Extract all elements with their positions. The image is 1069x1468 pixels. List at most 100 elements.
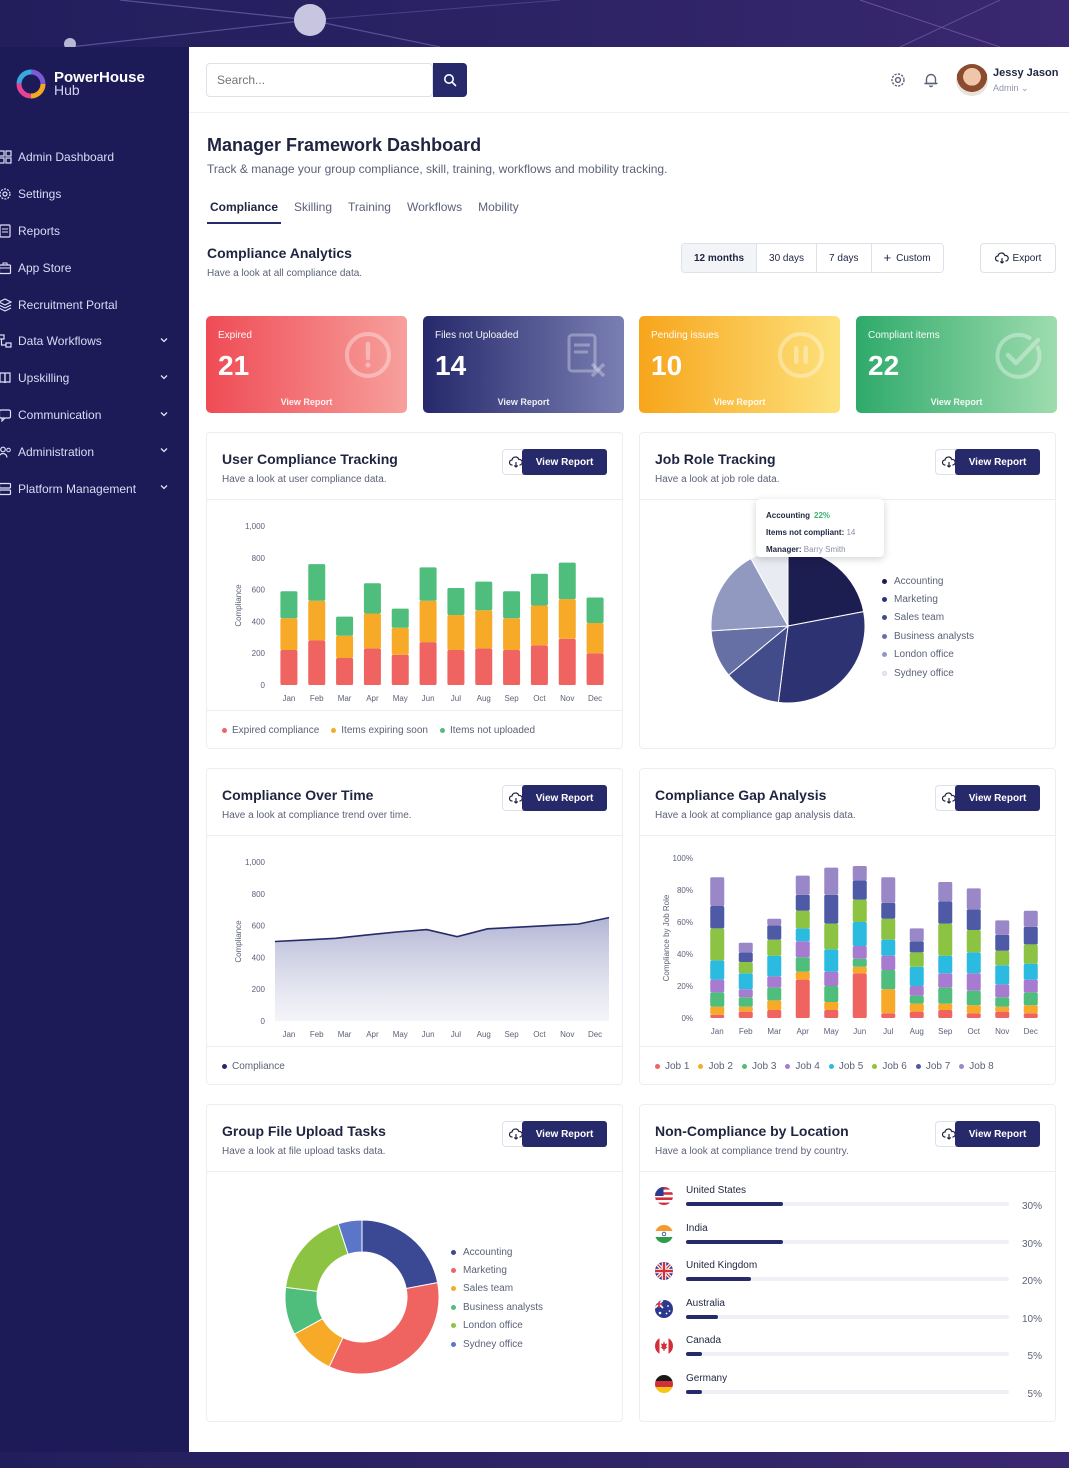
bar-segment[interactable] xyxy=(909,1011,924,1018)
bar-segment[interactable] xyxy=(738,942,753,953)
bar-segment[interactable] xyxy=(995,950,1010,966)
bar-segment[interactable] xyxy=(419,567,437,601)
bar-segment[interactable] xyxy=(824,1010,839,1018)
bar-segment[interactable] xyxy=(938,1010,953,1018)
sidebar-item-platform-management[interactable]: Platform Management xyxy=(0,470,189,507)
bar-segment[interactable] xyxy=(966,952,981,974)
sidebar-item-admin-dashboard[interactable]: Admin Dashboard xyxy=(0,139,189,176)
bar-segment[interactable] xyxy=(530,645,548,685)
sidebar-item-settings[interactable]: Settings xyxy=(0,176,189,213)
bar-segment[interactable] xyxy=(767,976,782,988)
bar-segment[interactable] xyxy=(767,925,782,940)
gear-icon[interactable] xyxy=(889,71,907,89)
bar-segment[interactable] xyxy=(995,934,1010,951)
bar-segment[interactable] xyxy=(909,1003,924,1012)
sidebar-item-reports[interactable]: Reports xyxy=(0,213,189,250)
view-report-button[interactable]: View Report xyxy=(955,1121,1040,1147)
chevron-down-icon[interactable] xyxy=(159,482,169,492)
bar-segment[interactable] xyxy=(558,599,576,639)
bar-segment[interactable] xyxy=(738,952,753,962)
search-button[interactable] xyxy=(433,63,467,97)
bar-segment[interactable] xyxy=(909,952,924,967)
bar-segment[interactable] xyxy=(710,877,725,906)
bar-segment[interactable] xyxy=(881,970,896,990)
bar-segment[interactable] xyxy=(1023,926,1038,945)
bar-segment[interactable] xyxy=(881,902,896,919)
view-report-button[interactable]: View Report xyxy=(522,449,607,475)
bar-segment[interactable] xyxy=(795,971,810,980)
tab-compliance[interactable]: Compliance xyxy=(207,197,282,224)
bar-segment[interactable] xyxy=(767,1000,782,1010)
bar-segment[interactable] xyxy=(795,910,810,929)
bar-segment[interactable] xyxy=(503,618,521,651)
bar-segment[interactable] xyxy=(795,957,810,972)
bar-segment[interactable] xyxy=(995,984,1010,998)
bar-segment[interactable] xyxy=(363,648,381,685)
bar-segment[interactable] xyxy=(852,973,867,1018)
bar-segment[interactable] xyxy=(447,615,465,651)
bar-segment[interactable] xyxy=(909,966,924,986)
bar-segment[interactable] xyxy=(738,973,753,990)
bar-segment[interactable] xyxy=(336,635,354,658)
bar-segment[interactable] xyxy=(363,613,381,649)
bar-segment[interactable] xyxy=(391,608,409,628)
bar-segment[interactable] xyxy=(336,616,354,636)
bar-segment[interactable] xyxy=(308,600,326,641)
bar-segment[interactable] xyxy=(738,989,753,998)
search-input[interactable] xyxy=(206,63,433,97)
bar-segment[interactable] xyxy=(391,627,409,655)
bar-segment[interactable] xyxy=(881,955,896,970)
bar-segment[interactable] xyxy=(767,939,782,956)
bar-segment[interactable] xyxy=(586,622,604,654)
bar-segment[interactable] xyxy=(475,648,493,685)
bar-segment[interactable] xyxy=(852,922,867,946)
bar-segment[interactable] xyxy=(503,591,521,619)
bar-segment[interactable] xyxy=(966,909,981,930)
bar-segment[interactable] xyxy=(1023,910,1038,927)
view-report-button[interactable]: View Report xyxy=(955,449,1040,475)
bar-segment[interactable] xyxy=(1023,1013,1038,1018)
bar-segment[interactable] xyxy=(710,979,725,993)
bar-segment[interactable] xyxy=(419,600,437,643)
bar-segment[interactable] xyxy=(419,642,437,685)
bar-segment[interactable] xyxy=(447,650,465,685)
bar-segment[interactable] xyxy=(280,591,298,619)
range-30-days[interactable]: 30 days xyxy=(757,244,818,272)
bar-segment[interactable] xyxy=(447,588,465,616)
bar-segment[interactable] xyxy=(795,894,810,911)
bar-segment[interactable] xyxy=(852,866,867,881)
user-role[interactable]: Admin ⌄ xyxy=(993,83,1029,94)
view-report-button[interactable]: View Report xyxy=(522,1121,607,1147)
tab-mobility[interactable]: Mobility xyxy=(475,197,522,224)
bar-segment[interactable] xyxy=(738,997,753,1007)
kpi-view-report-link[interactable]: View Report xyxy=(423,397,624,407)
range-12-months[interactable]: 12 months xyxy=(682,244,758,272)
bar-segment[interactable] xyxy=(767,987,782,1001)
bar-segment[interactable] xyxy=(881,939,896,956)
bar-segment[interactable] xyxy=(995,920,1010,935)
bar-segment[interactable] xyxy=(767,1010,782,1018)
sidebar-item-recruitment-portal[interactable]: Recruitment Portal xyxy=(0,286,189,323)
bar-segment[interactable] xyxy=(280,618,298,651)
bar-segment[interactable] xyxy=(852,958,867,967)
range-custom[interactable]: + Custom xyxy=(871,244,943,272)
bar-segment[interactable] xyxy=(824,986,839,1002)
bar-segment[interactable] xyxy=(795,875,810,895)
tab-skilling[interactable]: Skilling xyxy=(291,197,335,224)
bar-segment[interactable] xyxy=(710,1014,725,1018)
bar-segment[interactable] xyxy=(1023,979,1038,993)
kpi-view-report-link[interactable]: View Report xyxy=(856,397,1057,407)
bar-segment[interactable] xyxy=(586,597,604,623)
view-report-button[interactable]: View Report xyxy=(955,785,1040,811)
bar-segment[interactable] xyxy=(530,605,548,646)
sidebar-item-administration[interactable]: Administration xyxy=(0,433,189,470)
bar-segment[interactable] xyxy=(966,930,981,953)
bell-icon[interactable] xyxy=(922,71,940,89)
view-report-button[interactable]: View Report xyxy=(522,785,607,811)
bar-segment[interactable] xyxy=(966,990,981,1006)
bar-segment[interactable] xyxy=(710,906,725,929)
avatar[interactable] xyxy=(956,64,988,96)
bar-segment[interactable] xyxy=(308,564,326,601)
export-button[interactable]: Export xyxy=(980,243,1056,273)
bar-segment[interactable] xyxy=(938,901,953,924)
